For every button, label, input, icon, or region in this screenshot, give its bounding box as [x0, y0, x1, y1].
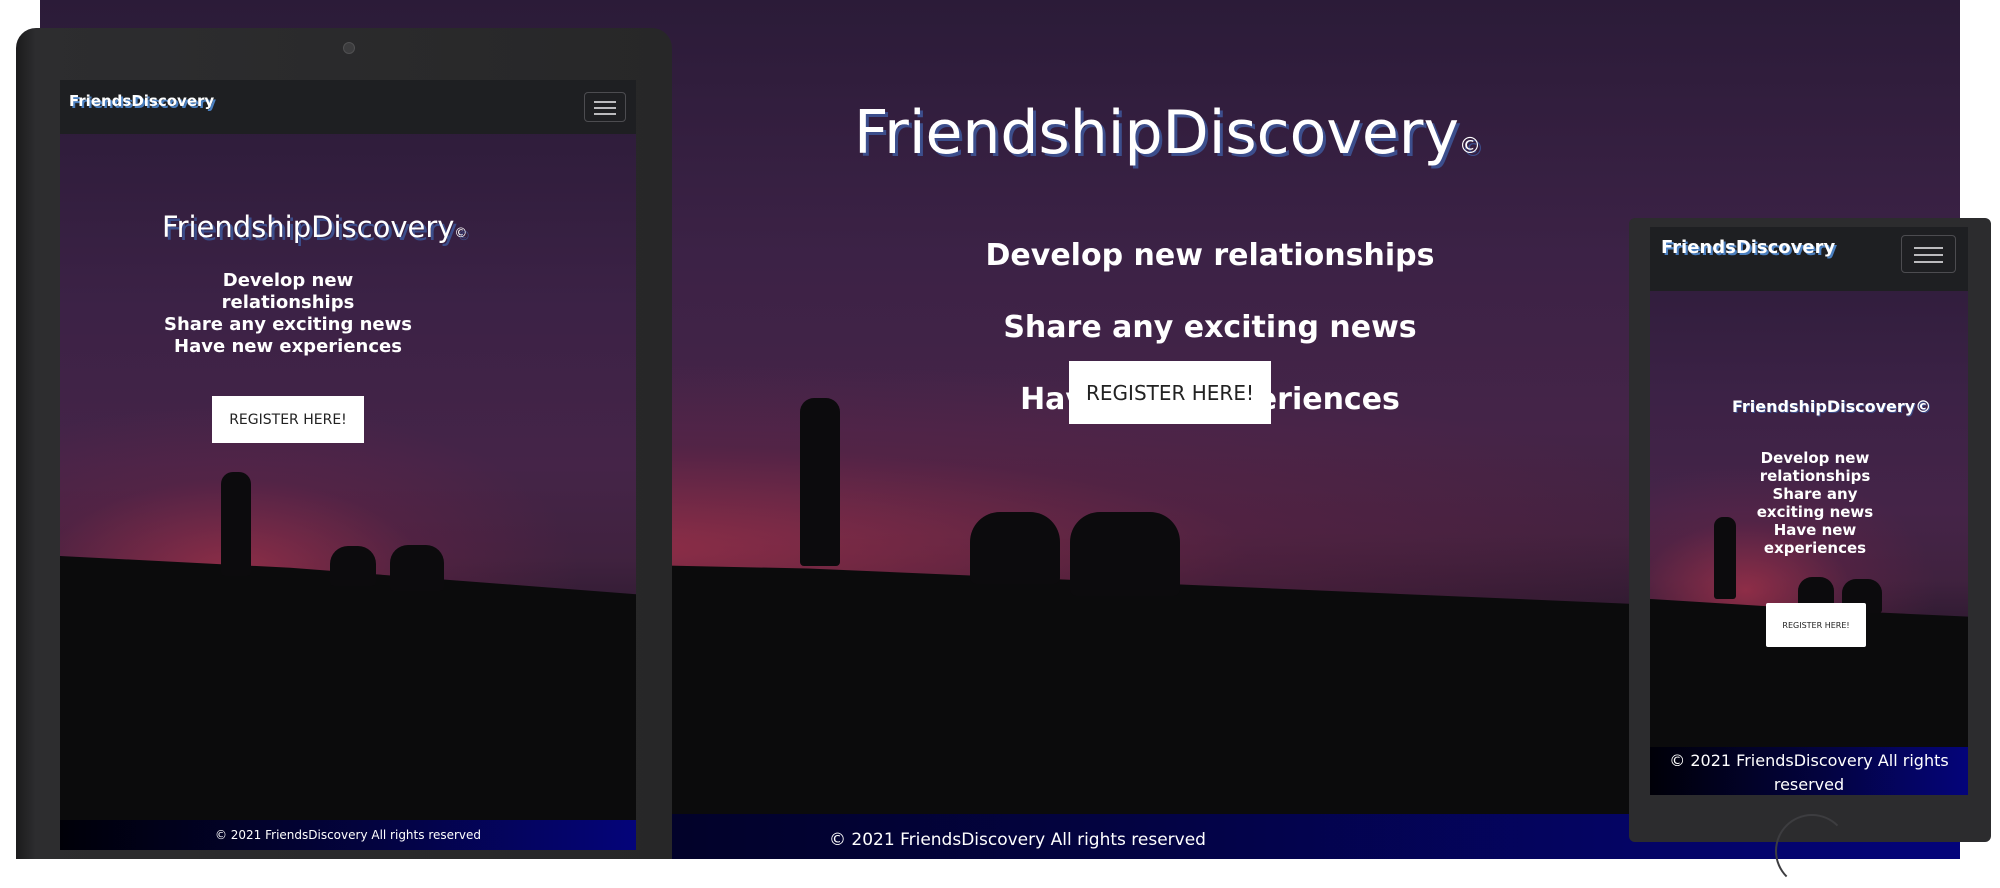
- navbar-brand[interactable]: FriendsDiscovery: [1661, 237, 1835, 258]
- footer-text: © 2021 FriendsDiscovery All rights reser…: [829, 830, 1206, 850]
- hill-silhouette: [60, 556, 636, 850]
- phone-screen: FriendsDiscovery FriendshipDiscovery© De…: [1650, 227, 1968, 795]
- standing-person-silhouette: [221, 472, 251, 576]
- register-button[interactable]: REGISTER HERE!: [1069, 361, 1271, 424]
- front-camera-icon: [343, 42, 355, 54]
- tagline: Share any exciting news: [1003, 310, 1417, 345]
- menu-toggle-button[interactable]: [1901, 235, 1956, 273]
- standing-person-silhouette: [800, 398, 840, 566]
- seated-people-silhouette: [970, 512, 1060, 584]
- copyright-mark: ©: [1458, 134, 1481, 159]
- hero-taglines: Develop new relationships Share any exci…: [1756, 449, 1874, 557]
- copyright-mark: ©: [454, 226, 468, 241]
- navbar: FriendsDiscovery: [60, 80, 636, 134]
- site-footer: © 2021 FriendsDiscovery All rights reser…: [1650, 747, 1968, 795]
- seated-people-silhouette: [390, 545, 444, 591]
- seated-people-silhouette: [330, 546, 376, 586]
- navbar-brand[interactable]: FriendsDiscovery: [69, 92, 214, 110]
- standing-person-silhouette: [1714, 517, 1736, 599]
- footer-text: © 2021 FriendsDiscovery All rights reser…: [1669, 751, 1949, 794]
- tablet-screen: FriendsDiscovery FriendshipDiscovery© De…: [60, 80, 636, 850]
- hero-taglines: Develop new relationships Share any exci…: [163, 270, 412, 357]
- tagline: Develop new relationships: [985, 238, 1435, 273]
- hero-title: FriendshipDiscovery©: [162, 210, 468, 244]
- menu-toggle-button[interactable]: [584, 92, 626, 122]
- hero-title: FriendshipDiscovery©: [854, 98, 1481, 168]
- footer-text: © 2021 FriendsDiscovery All rights reser…: [214, 828, 482, 842]
- seated-people-silhouette: [1070, 512, 1180, 596]
- site-footer: © 2021 FriendsDiscovery All rights reser…: [60, 820, 636, 850]
- phone-frame: FriendsDiscovery FriendshipDiscovery© De…: [1629, 218, 1991, 888]
- home-button-icon: [1775, 814, 1849, 888]
- register-button[interactable]: REGISTER HERE!: [1766, 603, 1866, 647]
- navbar: FriendsDiscovery: [1650, 227, 1968, 291]
- hero-title: FriendshipDiscovery©: [1732, 397, 1932, 416]
- tablet-frame: FriendsDiscovery FriendshipDiscovery© De…: [16, 28, 672, 859]
- register-button[interactable]: REGISTER HERE!: [212, 396, 364, 443]
